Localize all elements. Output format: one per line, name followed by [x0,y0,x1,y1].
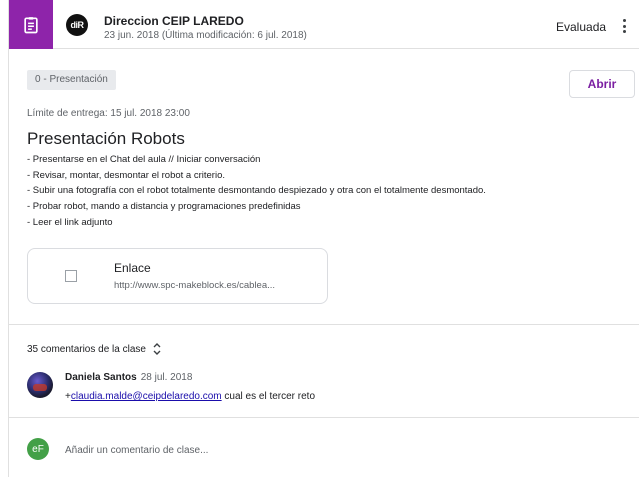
status-label: Evaluada [556,20,607,34]
class-comments-toggle[interactable]: 35 comentarios de la clase [27,342,162,356]
assignment-card: diR Direccion CEIP LAREDO 23 jun. 2018 (… [8,0,639,477]
attachment-url: http://www.spc-makeblock.es/cablea... [114,280,276,291]
description-line: - Presentarse en el Chat del aula // Ini… [27,154,261,165]
mention-link[interactable]: claudia.malde@ceipdelaredo.com [71,391,222,402]
link-thumbnail [28,249,114,303]
comment-author-name: Daniela Santos [65,372,137,383]
comment-text: cual es el tercer reto [221,391,316,402]
more-vert-icon[interactable] [617,17,631,35]
comment-date: 28 jul. 2018 [140,372,193,383]
expand-icon [153,343,161,355]
topic-chip: 0 - Presentación [27,70,116,90]
add-comment-input[interactable]: Añadir un comentario de clase... [65,445,208,456]
assignment-header: diR Direccion CEIP LAREDO 23 jun. 2018 (… [9,0,639,49]
comment-body: +claudia.malde@ceipdelaredo.com cual es … [65,391,315,402]
description-line: - Probar robot, mando a distancia y prog… [27,201,301,213]
author-name: Direccion CEIP LAREDO [104,14,244,28]
description-line: - Revisar, montar, desmontar el robot a … [27,169,225,181]
author-avatar: diR [66,14,88,36]
thumbnail-placeholder-icon [65,270,77,282]
comment-author: Daniela Santos 28 jul. 2018 [65,372,192,383]
comments-count-label: 35 comentarios de la clase [27,343,146,355]
post-date: 23 jun. 2018 (Última modificación: 6 jul… [104,30,307,41]
description-line: - Subir una fotografía con el robot tota… [27,185,486,197]
attachment-title: Enlace [114,261,151,275]
assignment-title: Presentación Robots [27,129,185,148]
link-attachment[interactable]: Enlace http://www.spc-makeblock.es/cable… [27,248,328,304]
divider [9,417,639,418]
due-date: Límite de entrega: 15 jul. 2018 23:00 [27,108,190,119]
avatar: eF [27,438,49,460]
open-button[interactable]: Abrir [569,70,635,98]
description-line: - Leer el link adjunto [27,216,113,228]
avatar [27,372,53,398]
divider [9,324,639,325]
assignment-description: - Presentarse en el Chat del aula // Ini… [27,152,627,231]
assignment-icon [9,0,53,49]
